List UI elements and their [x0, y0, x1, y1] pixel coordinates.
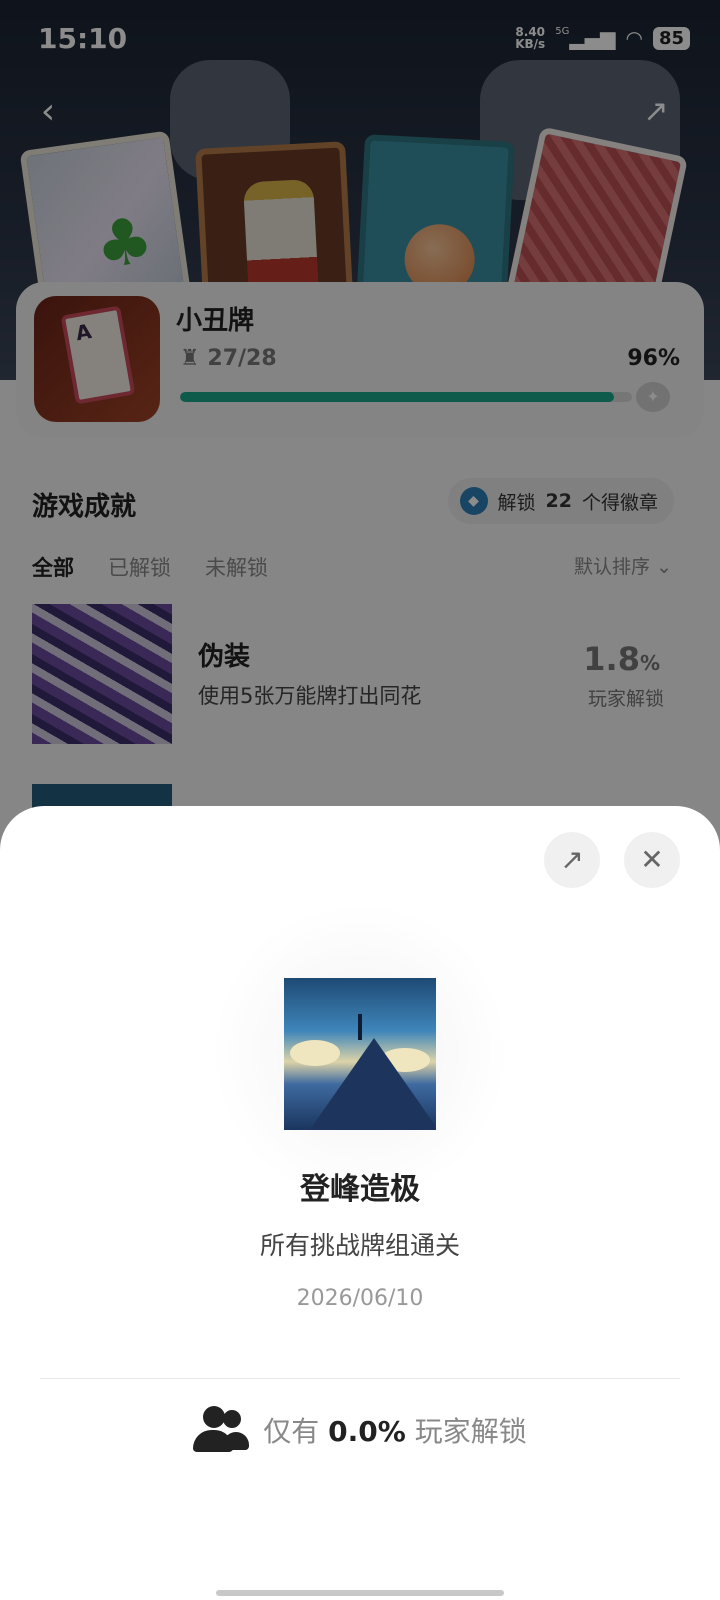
- unlock-stat-text: 仅有 0.0% 玩家解锁: [263, 1415, 527, 1448]
- home-indicator[interactable]: [216, 1590, 504, 1596]
- unlock-date: 2026/06/10: [296, 1286, 424, 1311]
- sheet-description: 所有挑战牌组通关: [259, 1231, 460, 1260]
- close-button[interactable]: ✕: [624, 832, 680, 888]
- sheet-title: 登峰造极: [300, 1172, 420, 1207]
- divider: [40, 1378, 680, 1379]
- people-icon: [193, 1406, 250, 1454]
- unlock-stat: 仅有 0.0% 玩家解锁: [0, 1406, 720, 1454]
- achievement-detail-sheet: ↗ ✕ 登峰造极 所有挑战牌组通关 2026/06/10 仅有 0.0% 玩家解…: [0, 806, 720, 1600]
- share-button[interactable]: ↗: [544, 832, 600, 888]
- achievement-artwork: [284, 978, 436, 1130]
